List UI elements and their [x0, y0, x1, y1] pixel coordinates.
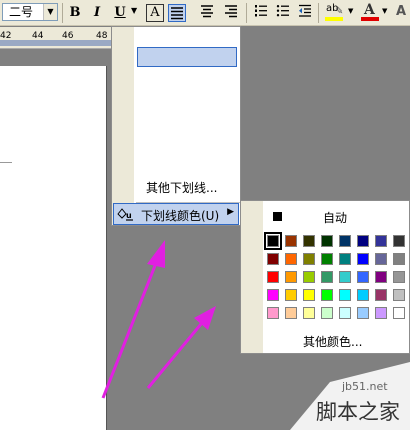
- watermark-url: jb51.net: [342, 380, 388, 393]
- annotation-arrow: [101, 240, 165, 399]
- annotation-arrow: [146, 306, 216, 389]
- watermark-brand: 脚本之家: [316, 400, 400, 424]
